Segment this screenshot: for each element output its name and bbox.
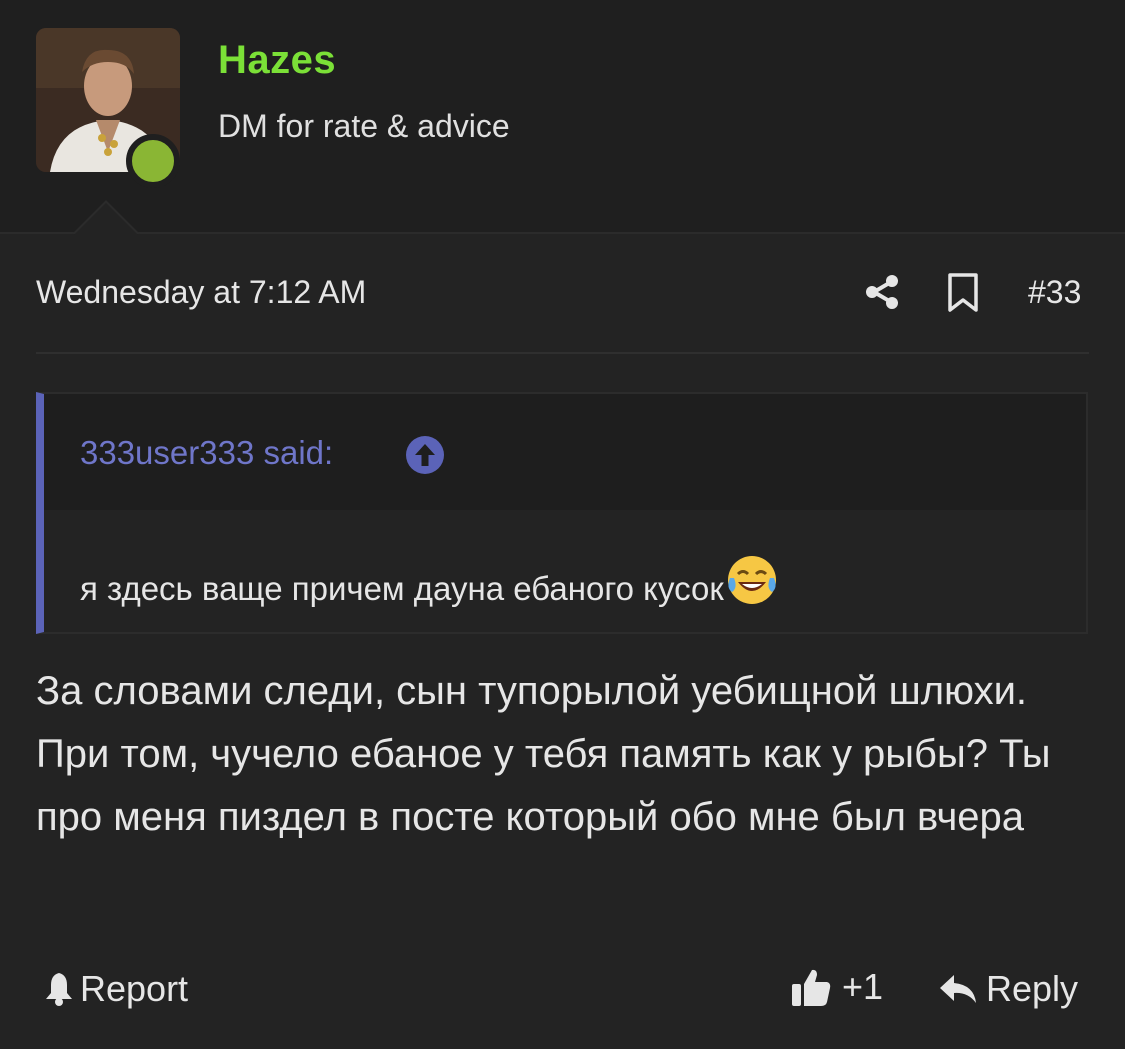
quote-author-link[interactable]: 333user333 said: [80,434,333,472]
header-caret-inner [74,203,138,235]
quote-text: я здесь ваще причем дауна ебаного кусок [80,570,724,607]
thumbs-up-icon [792,969,831,1006]
like-count: +1 [842,966,884,1007]
like-button[interactable]: +1 [790,962,883,1012]
post-container: Hazes DM for rate & advice Wednesday at … [0,0,1125,1049]
face-with-tears-of-joy-icon [727,556,776,604]
online-status-indicator [126,134,180,188]
report-label: Report [80,968,189,1009]
arrow-up-icon [415,444,435,466]
quote-jump-button[interactable] [406,436,444,474]
divider [36,352,1089,354]
bookmark-button[interactable] [944,272,982,314]
bookmark-icon [948,273,978,312]
bell-icon [46,973,72,1006]
share-button[interactable] [862,272,902,312]
quote-header: 333user333 said: [44,394,1086,510]
post-date[interactable]: Wednesday at 7:12 AM [36,274,366,311]
reply-icon [940,975,976,1003]
username[interactable]: Hazes [218,38,336,83]
quote-block: 333user333 said: я здесь ваще причем дау… [36,392,1088,634]
post-number-link[interactable]: #33 [1028,274,1081,311]
share-icon [866,275,898,309]
user-header: Hazes DM for rate & advice [0,0,1125,235]
quote-text-row: я здесь ваще причем дауна ебаного кусок [80,552,780,608]
reply-label: Reply [986,968,1079,1009]
message-body: За словами следи, сын тупорылой уебищной… [36,669,1051,839]
user-title: DM for rate & advice [218,108,510,144]
report-button[interactable]: Report [44,964,188,1014]
reply-button[interactable]: Reply [938,964,1078,1014]
